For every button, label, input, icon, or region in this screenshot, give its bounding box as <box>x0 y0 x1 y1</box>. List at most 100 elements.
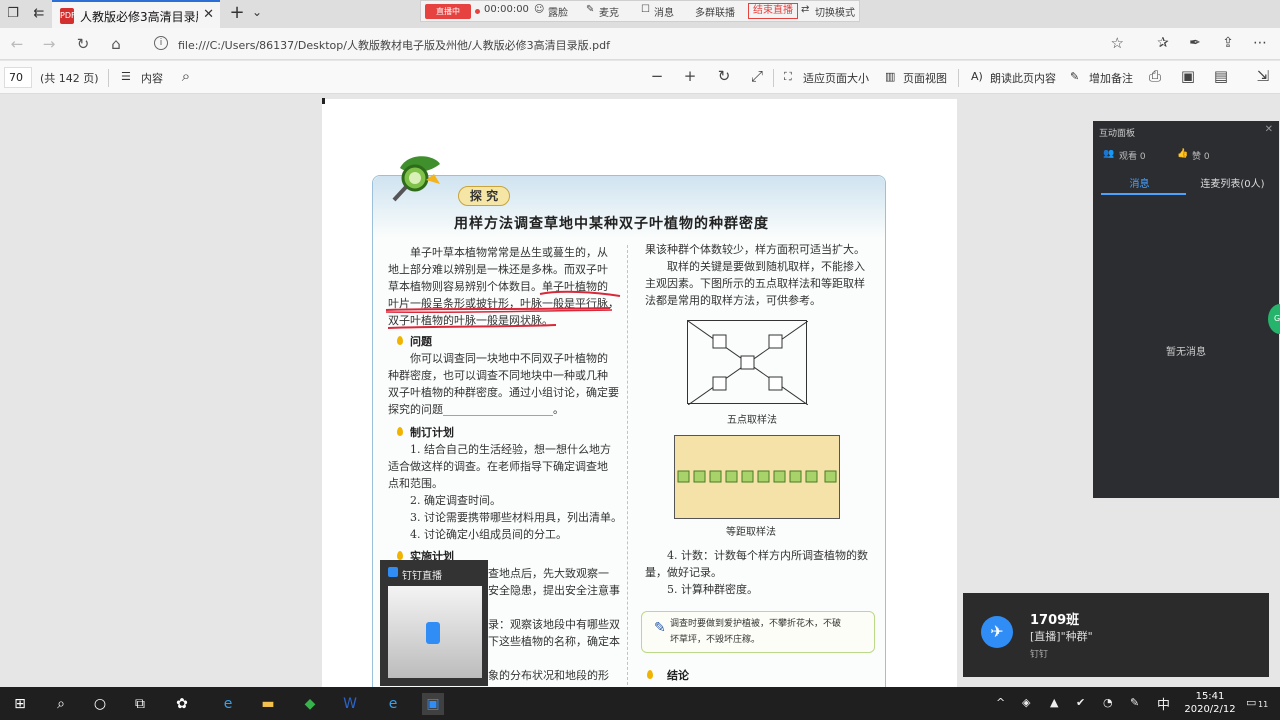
plan-line: 2. 确定调查时间。 <box>410 494 501 507</box>
sampling-line: 取样的关键是要做到随机取样，不能掺入 <box>667 260 865 273</box>
five-point-sampling-figure <box>687 320 809 406</box>
back-icon[interactable]: ← <box>8 35 26 53</box>
pen-icon[interactable]: ✒ <box>1186 35 1204 51</box>
tab-messages[interactable]: 消息 <box>1093 175 1186 190</box>
refresh-icon[interactable]: ↻ <box>74 35 92 53</box>
favorite-star-icon[interactable]: ☆ <box>1111 34 1124 52</box>
likes-count: 赞 0 <box>1192 152 1210 162</box>
new-tab-button[interactable]: + <box>226 3 248 25</box>
tab-list-chevron-icon[interactable]: ⌄ <box>252 5 262 19</box>
zoom-out-icon[interactable]: − <box>647 67 667 85</box>
word-icon[interactable]: W <box>339 693 361 715</box>
tab-title: 人教版必修3高清目录版 <box>80 10 198 24</box>
pin-toolbar-icon[interactable]: ⇲ <box>1253 67 1273 85</box>
clock[interactable]: 15:41 2020/2/12 <box>1180 690 1240 716</box>
magnifier-leaf-icon <box>392 156 440 202</box>
share-icon[interactable]: ⇪ <box>1219 35 1237 51</box>
windows-start-icon[interactable]: ⊞ <box>9 693 31 715</box>
home-icon[interactable]: ⌂ <box>107 35 125 53</box>
tab-connect-list[interactable]: 连麦列表(0人) <box>1186 175 1279 190</box>
toolbar-divider <box>773 69 774 87</box>
page-view-icon: ▥ <box>885 70 896 83</box>
app-pinwheel-icon[interactable]: ✿ <box>171 693 193 715</box>
count-line: 5. 计算种群密度。 <box>667 583 758 596</box>
pdf-toolbar: 70 (共 142 页) ☰ 内容 ⌕ − + ↻ ⤢ ⛶ 适应页面大小 ▥ 页… <box>0 61 1280 94</box>
panel-title: 互动面板 <box>1099 129 1136 139</box>
bullet-drop-icon <box>647 670 653 679</box>
implement-line: 安全隐患，提出安全注意事 <box>488 584 620 597</box>
page-number-input[interactable]: 70 <box>4 67 32 88</box>
rotate-icon[interactable]: ↻ <box>714 67 734 85</box>
clock-date: 2020/2/12 <box>1184 704 1236 715</box>
wifi-icon[interactable]: ◔ <box>1103 696 1113 709</box>
figure-caption: 五点取样法 <box>727 415 777 426</box>
print-icon[interactable]: ⎙ <box>1145 67 1165 85</box>
notification-toast[interactable]: ✈ 1709班 [直播]"种群" 钉钉 <box>963 593 1269 677</box>
empty-messages: 暂无消息 <box>1166 347 1206 358</box>
search-icon[interactable]: ⌕ <box>176 67 196 85</box>
figure-caption: 等距取样法 <box>726 527 776 538</box>
forward-icon[interactable]: → <box>40 35 58 53</box>
address-field[interactable]: i file:///C:/Users/86137/Desktop/人教版教材电子… <box>150 32 1130 56</box>
more-icon[interactable]: ⋯ <box>1251 35 1269 51</box>
task-view-icon[interactable]: ⧉ <box>129 693 151 715</box>
fullscreen-icon[interactable]: ⤢ <box>747 67 767 85</box>
tray-chevron-icon[interactable]: ^ <box>996 696 1005 709</box>
column-divider <box>627 245 628 685</box>
edge-icon[interactable]: e <box>382 693 404 715</box>
problem-line: 双子叶植物的种群密度。通过小组讨论，确定要 <box>388 386 619 399</box>
add-notes-button[interactable]: 增加备注 <box>1089 70 1133 86</box>
dingtalk-avatar-icon: ✈ <box>981 616 1013 648</box>
info-icon[interactable]: i <box>154 36 168 50</box>
live-timer: 00:00:00 <box>484 4 529 15</box>
message-button[interactable]: 消息 <box>654 4 674 19</box>
tray-app-icon[interactable]: ◈ <box>1022 696 1030 709</box>
fit-page-button[interactable]: 适应页面大小 <box>803 70 869 86</box>
read-aloud-button[interactable]: 朗读此页内容 <box>990 70 1056 86</box>
notification-count: 11 <box>1258 700 1269 709</box>
live-preview[interactable] <box>388 586 482 678</box>
dingtalk-live-mini-window[interactable]: 钉钉直播 <box>380 560 488 686</box>
note-line: 坏草坪，不毁坏庄稼。 <box>670 635 761 645</box>
multi-group-button[interactable]: 多群联播 <box>695 4 735 19</box>
plan-line: 1. 结合自己的生活经验，想一想什么地方 <box>410 443 611 456</box>
favorites-icon[interactable]: ✰ <box>1154 35 1172 51</box>
problem-line: 你可以调查同一块地中不同双子叶植物的 <box>410 352 608 365</box>
page-edge-marker <box>322 98 325 104</box>
tray-app-icon[interactable]: ✔ <box>1076 696 1085 709</box>
page-view-button[interactable]: 页面视图 <box>903 70 947 86</box>
cortana-icon[interactable]: ○ <box>89 693 111 715</box>
switch-mode-button[interactable]: 切换模式 <box>815 4 855 19</box>
contents-button[interactable]: 内容 <box>141 70 163 86</box>
browser-tab-pdf[interactable]: PDF 人教版必修3高清目录版 ✕ <box>52 0 220 28</box>
notifications-icon[interactable]: ▭ <box>1246 696 1256 709</box>
tray-app-icon[interactable]: ▲ <box>1050 696 1058 709</box>
file-explorer-icon[interactable]: ▬ <box>257 693 279 715</box>
save-icon[interactable]: ▣ <box>1178 67 1198 85</box>
set-aside-tabs-icon[interactable]: ⇇ <box>30 5 48 23</box>
page-total: (共 142 页) <box>40 72 99 85</box>
end-live-button[interactable]: 结束直播 <box>748 3 798 19</box>
ie-icon[interactable]: e <box>217 693 239 715</box>
zoom-in-icon[interactable]: + <box>680 67 700 85</box>
dingtalk-live-icon[interactable]: ▣ <box>422 693 444 715</box>
hide-face-button[interactable]: 露脸 <box>548 4 568 19</box>
implement-line: 下这些植物的名称，确定本 <box>488 635 620 648</box>
message-icon: ☐ <box>641 4 650 15</box>
save-as-icon[interactable]: ▤ <box>1211 67 1231 85</box>
close-icon[interactable]: ✕ <box>1265 124 1273 135</box>
pen-workspace-icon[interactable]: ✎ <box>1130 696 1139 709</box>
dingtalk-logo-icon <box>426 622 440 644</box>
live-stream-toolbar: 直播中 00:00:00 ☺ 露脸 ✎ 麦克 ☐ 消息 多群联播 结束直播 ⇄ … <box>420 0 860 22</box>
wechat-work-icon[interactable]: ◆ <box>299 693 321 715</box>
search-icon[interactable]: ⌕ <box>50 693 72 715</box>
tab-actions-icon[interactable]: ❐ <box>4 5 22 23</box>
bullet-drop-icon <box>397 551 403 560</box>
camera-icon: ☺ <box>534 4 545 15</box>
mic-button[interactable]: 麦克 <box>599 4 619 19</box>
five-point-diagram <box>687 320 809 406</box>
ime-indicator[interactable]: 中 <box>1157 694 1170 713</box>
active-tab-underline <box>1101 193 1186 195</box>
close-tab-icon[interactable]: ✕ <box>203 7 214 22</box>
toast-title: 1709班 <box>1030 613 1080 628</box>
